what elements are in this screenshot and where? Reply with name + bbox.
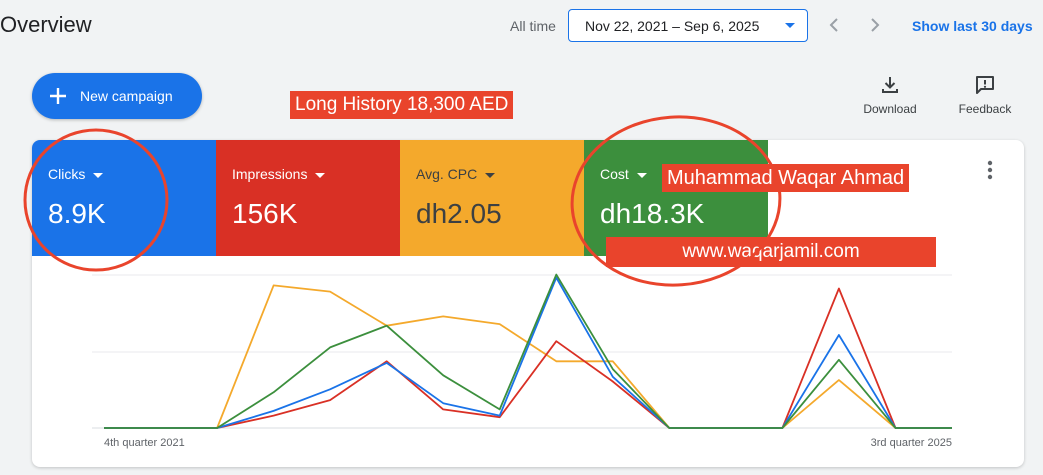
metric-label: Cost xyxy=(600,166,647,182)
feedback-label: Feedback xyxy=(958,102,1012,116)
series-line xyxy=(104,276,952,429)
metric-value: dh18.3K xyxy=(600,198,705,229)
metric-value: dh2.05 xyxy=(416,198,502,229)
page-title: Overview xyxy=(0,12,92,37)
chevron-left-icon xyxy=(829,18,838,32)
caret-down-icon xyxy=(485,172,496,178)
metric-label: Clicks xyxy=(48,166,104,182)
performance-line-chart: 4th quarter 2021 3rd quarter 2025 xyxy=(92,273,952,449)
next-period-button[interactable] xyxy=(864,14,886,36)
metric-value: 156K xyxy=(232,198,298,229)
metric-tile-impressions[interactable]: Impressions 156K xyxy=(216,140,400,256)
more-vert-icon xyxy=(987,160,993,180)
metric-tile-avg-cpc[interactable]: Avg. CPC dh2.05 xyxy=(400,140,584,256)
download-button[interactable]: Download xyxy=(850,74,930,116)
more-options-button[interactable] xyxy=(987,160,993,180)
date-range-select[interactable]: Nov 22, 2021 – Sep 6, 2025 xyxy=(568,9,808,42)
date-range-value: Nov 22, 2021 – Sep 6, 2025 xyxy=(585,18,760,34)
series-line xyxy=(104,273,952,429)
caret-down-icon xyxy=(636,172,647,178)
caret-down-icon xyxy=(93,172,104,178)
metric-label: Impressions xyxy=(232,166,326,182)
x-axis-start-label: 4th quarter 2021 xyxy=(104,437,185,449)
show-last-30-days-link[interactable]: Show last 30 days xyxy=(912,18,1033,34)
chevron-right-icon xyxy=(871,18,880,32)
author-annotation: Muhammad Waqar Ahmad xyxy=(662,164,910,192)
long-history-annotation: Long History 18,300 AED xyxy=(290,91,514,119)
feedback-icon xyxy=(976,76,994,94)
previous-period-button[interactable] xyxy=(823,14,845,36)
new-campaign-button[interactable]: New campaign xyxy=(32,73,202,119)
plus-icon xyxy=(50,88,66,104)
download-icon xyxy=(882,77,898,93)
new-campaign-label: New campaign xyxy=(80,88,173,104)
caret-down-icon xyxy=(315,172,326,178)
date-range-prefix: All time xyxy=(510,18,556,34)
feedback-button[interactable]: Feedback xyxy=(945,74,1025,116)
metric-value: 8.9K xyxy=(48,198,106,229)
metric-tile-clicks[interactable]: Clicks 8.9K xyxy=(32,140,216,256)
download-label: Download xyxy=(863,102,917,116)
dropdown-caret-icon xyxy=(785,23,795,28)
metric-label: Avg. CPC xyxy=(416,166,496,182)
website-annotation: www.waqarjamil.com xyxy=(606,237,936,267)
x-axis-end-label: 3rd quarter 2025 xyxy=(871,437,952,449)
